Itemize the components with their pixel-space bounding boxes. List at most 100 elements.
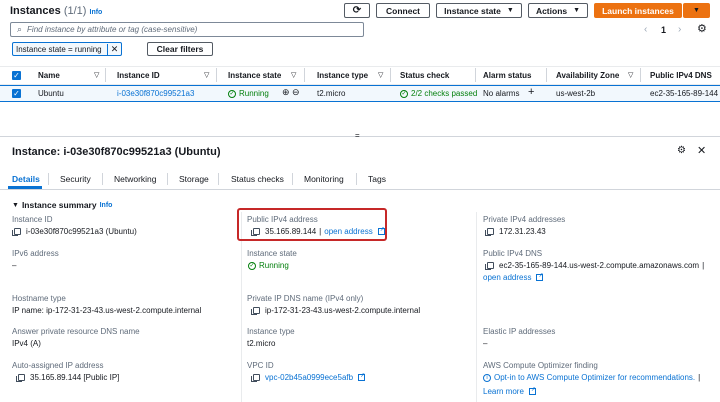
actions-label: Actions bbox=[535, 5, 568, 16]
private-ip-label: Private IPv4 addresses bbox=[483, 215, 566, 224]
table-row[interactable] bbox=[0, 85, 720, 102]
launch-dropdown-button[interactable]: ▼ bbox=[683, 3, 710, 18]
copy-icon[interactable] bbox=[251, 374, 260, 382]
panel-divider bbox=[0, 136, 720, 137]
private-dns-value: ip-172-31-23-43.us-west-2.compute.intern… bbox=[251, 306, 420, 315]
elastic-ip-value: – bbox=[483, 339, 488, 348]
connect-button[interactable]: Connect bbox=[376, 3, 430, 18]
highlight-box bbox=[237, 208, 387, 241]
row-name: Ubuntu bbox=[38, 89, 64, 98]
sort-icon[interactable]: ▽ bbox=[378, 71, 383, 79]
caret-down-icon: ▼ bbox=[506, 7, 514, 14]
zoom-out-icon[interactable]: ⊖ bbox=[292, 87, 300, 98]
col-instance-type[interactable]: Instance type bbox=[317, 71, 368, 80]
launch-instances-button[interactable]: Launch instances bbox=[594, 3, 682, 18]
answer-dns-label: Answer private resource DNS name bbox=[12, 327, 140, 336]
zoom-in-icon[interactable]: ⊕ bbox=[282, 87, 290, 98]
pagination-prev[interactable]: ‹ bbox=[644, 24, 647, 35]
tab-networking[interactable]: Networking bbox=[114, 174, 157, 184]
instance-state-label: Instance state bbox=[444, 5, 501, 16]
tab-tags[interactable]: Tags bbox=[368, 174, 386, 184]
learn-more-link[interactable]: Learn more bbox=[483, 387, 524, 396]
clear-filters-button[interactable]: Clear filters bbox=[147, 42, 213, 56]
row-state: ✓ Running bbox=[228, 89, 269, 98]
vpc-label: VPC ID bbox=[247, 361, 274, 370]
pagination-page[interactable]: 1 bbox=[661, 25, 666, 35]
instance-state-text: Running bbox=[259, 261, 289, 270]
tab-details[interactable]: Details bbox=[12, 174, 40, 184]
ipv6-value: – bbox=[12, 261, 17, 270]
copy-icon[interactable] bbox=[12, 228, 21, 236]
filter-token[interactable]: Instance state = running ✕ bbox=[12, 42, 122, 56]
auto-ip-value: 35.165.89.144 [Public IP] bbox=[16, 373, 119, 382]
search-placeholder: Find instance by attribute or tag (case-… bbox=[27, 25, 198, 34]
copy-icon[interactable] bbox=[251, 307, 260, 315]
sort-icon[interactable]: ▽ bbox=[94, 71, 99, 79]
col-status-check[interactable]: Status check bbox=[400, 71, 449, 80]
refresh-button[interactable]: ⟳ bbox=[344, 3, 370, 18]
copy-icon[interactable] bbox=[485, 262, 494, 270]
check-circle-icon: ✓ bbox=[228, 89, 236, 98]
tab-monitoring[interactable]: Monitoring bbox=[304, 174, 344, 184]
answer-dns-value: IPv4 (A) bbox=[12, 339, 41, 348]
summary-info-link[interactable]: Info bbox=[100, 202, 113, 209]
row-checkbox[interactable]: ✓ bbox=[12, 89, 21, 98]
actions-button[interactable]: Actions ▼ bbox=[528, 3, 588, 18]
col-instance-id[interactable]: Instance ID bbox=[117, 71, 160, 80]
col-availability-zone[interactable]: Availability Zone bbox=[556, 71, 619, 80]
private-ip-text: 172.31.23.43 bbox=[499, 227, 546, 236]
sort-icon[interactable]: ▽ bbox=[204, 71, 209, 79]
drag-handle-icon[interactable]: = bbox=[355, 132, 360, 140]
row-alarm: No alarms bbox=[483, 89, 520, 98]
info-circle-icon: i bbox=[483, 373, 491, 382]
elastic-ip-label: Elastic IP addresses bbox=[483, 327, 556, 336]
add-alarm-plus-icon[interactable]: + bbox=[528, 86, 534, 98]
public-dns-open-address-link[interactable]: open address bbox=[483, 273, 531, 282]
summary-label: Instance summary bbox=[21, 200, 97, 210]
title-text: Instances bbox=[10, 5, 61, 17]
instance-id-text: i-03e30f870c99521a3 (Ubuntu) bbox=[26, 227, 137, 236]
detail-close-icon[interactable]: ✕ bbox=[697, 144, 706, 157]
copy-icon[interactable] bbox=[16, 374, 25, 382]
select-all-checkbox[interactable]: ✓ bbox=[12, 71, 21, 80]
vpc-link[interactable]: vpc-02b45a0999ece5afb bbox=[265, 373, 353, 382]
public-dns-open-address[interactable]: open address bbox=[483, 272, 544, 282]
instance-id-value: i-03e30f870c99521a3 (Ubuntu) bbox=[12, 227, 137, 236]
search-icon: ⌕ bbox=[17, 24, 23, 34]
row-status-label: 2/2 checks passed bbox=[411, 89, 478, 98]
col-name[interactable]: Name bbox=[38, 71, 60, 80]
search-input[interactable]: ⌕ Find instance by attribute or tag (cas… bbox=[10, 22, 364, 37]
instance-state-value: ✓ Running bbox=[248, 261, 289, 270]
optimizer-link[interactable]: Opt-in to AWS Compute Optimizer for reco… bbox=[494, 373, 695, 382]
detail-settings-gear-icon[interactable]: ⚙ bbox=[677, 145, 686, 156]
tab-storage[interactable]: Storage bbox=[179, 174, 209, 184]
col-public-dns[interactable]: Public IPv4 DNS bbox=[650, 71, 712, 80]
summary-heading[interactable]: ▼ Instance summary Info bbox=[12, 200, 112, 210]
sort-icon[interactable]: ▽ bbox=[291, 71, 296, 79]
col-alarm-status[interactable]: Alarm status bbox=[483, 71, 531, 80]
learn-more[interactable]: Learn more bbox=[483, 386, 536, 396]
optimizer-value[interactable]: i Opt-in to AWS Compute Optimizer for re… bbox=[483, 373, 700, 382]
info-link[interactable]: Info bbox=[90, 9, 103, 16]
row-az: us-west-2b bbox=[556, 89, 596, 98]
settings-gear-icon[interactable]: ⚙ bbox=[697, 22, 707, 35]
page-title: Instances (1/1) Info bbox=[10, 5, 102, 17]
instance-type-value: t2.micro bbox=[247, 339, 276, 348]
copy-icon[interactable] bbox=[485, 228, 494, 236]
instance-state-button[interactable]: Instance state ▼ bbox=[436, 3, 522, 18]
instance-id-label: Instance ID bbox=[12, 215, 53, 224]
tab-security[interactable]: Security bbox=[60, 174, 91, 184]
auto-ip-label: Auto-assigned IP address bbox=[12, 361, 104, 370]
close-icon[interactable]: ✕ bbox=[107, 43, 121, 55]
tab-status-checks[interactable]: Status checks bbox=[231, 174, 284, 184]
sort-icon[interactable]: ▽ bbox=[628, 71, 633, 79]
private-dns-label: Private IP DNS name (IPv4 only) bbox=[247, 294, 364, 303]
col-instance-state[interactable]: Instance state bbox=[228, 71, 281, 80]
row-instance-id-link[interactable]: i-03e30f870c99521a3 bbox=[117, 89, 194, 98]
pagination-next[interactable]: › bbox=[678, 24, 681, 35]
public-dns-text: ec2-35-165-89-144.us-west-2.compute.amaz… bbox=[499, 261, 700, 270]
public-dns-label: Public IPv4 DNS bbox=[483, 249, 543, 258]
check-circle-icon: ✓ bbox=[248, 261, 256, 270]
row-state-label: Running bbox=[239, 89, 269, 98]
public-dns-value: ec2-35-165-89-144.us-west-2.compute.amaz… bbox=[485, 261, 704, 270]
